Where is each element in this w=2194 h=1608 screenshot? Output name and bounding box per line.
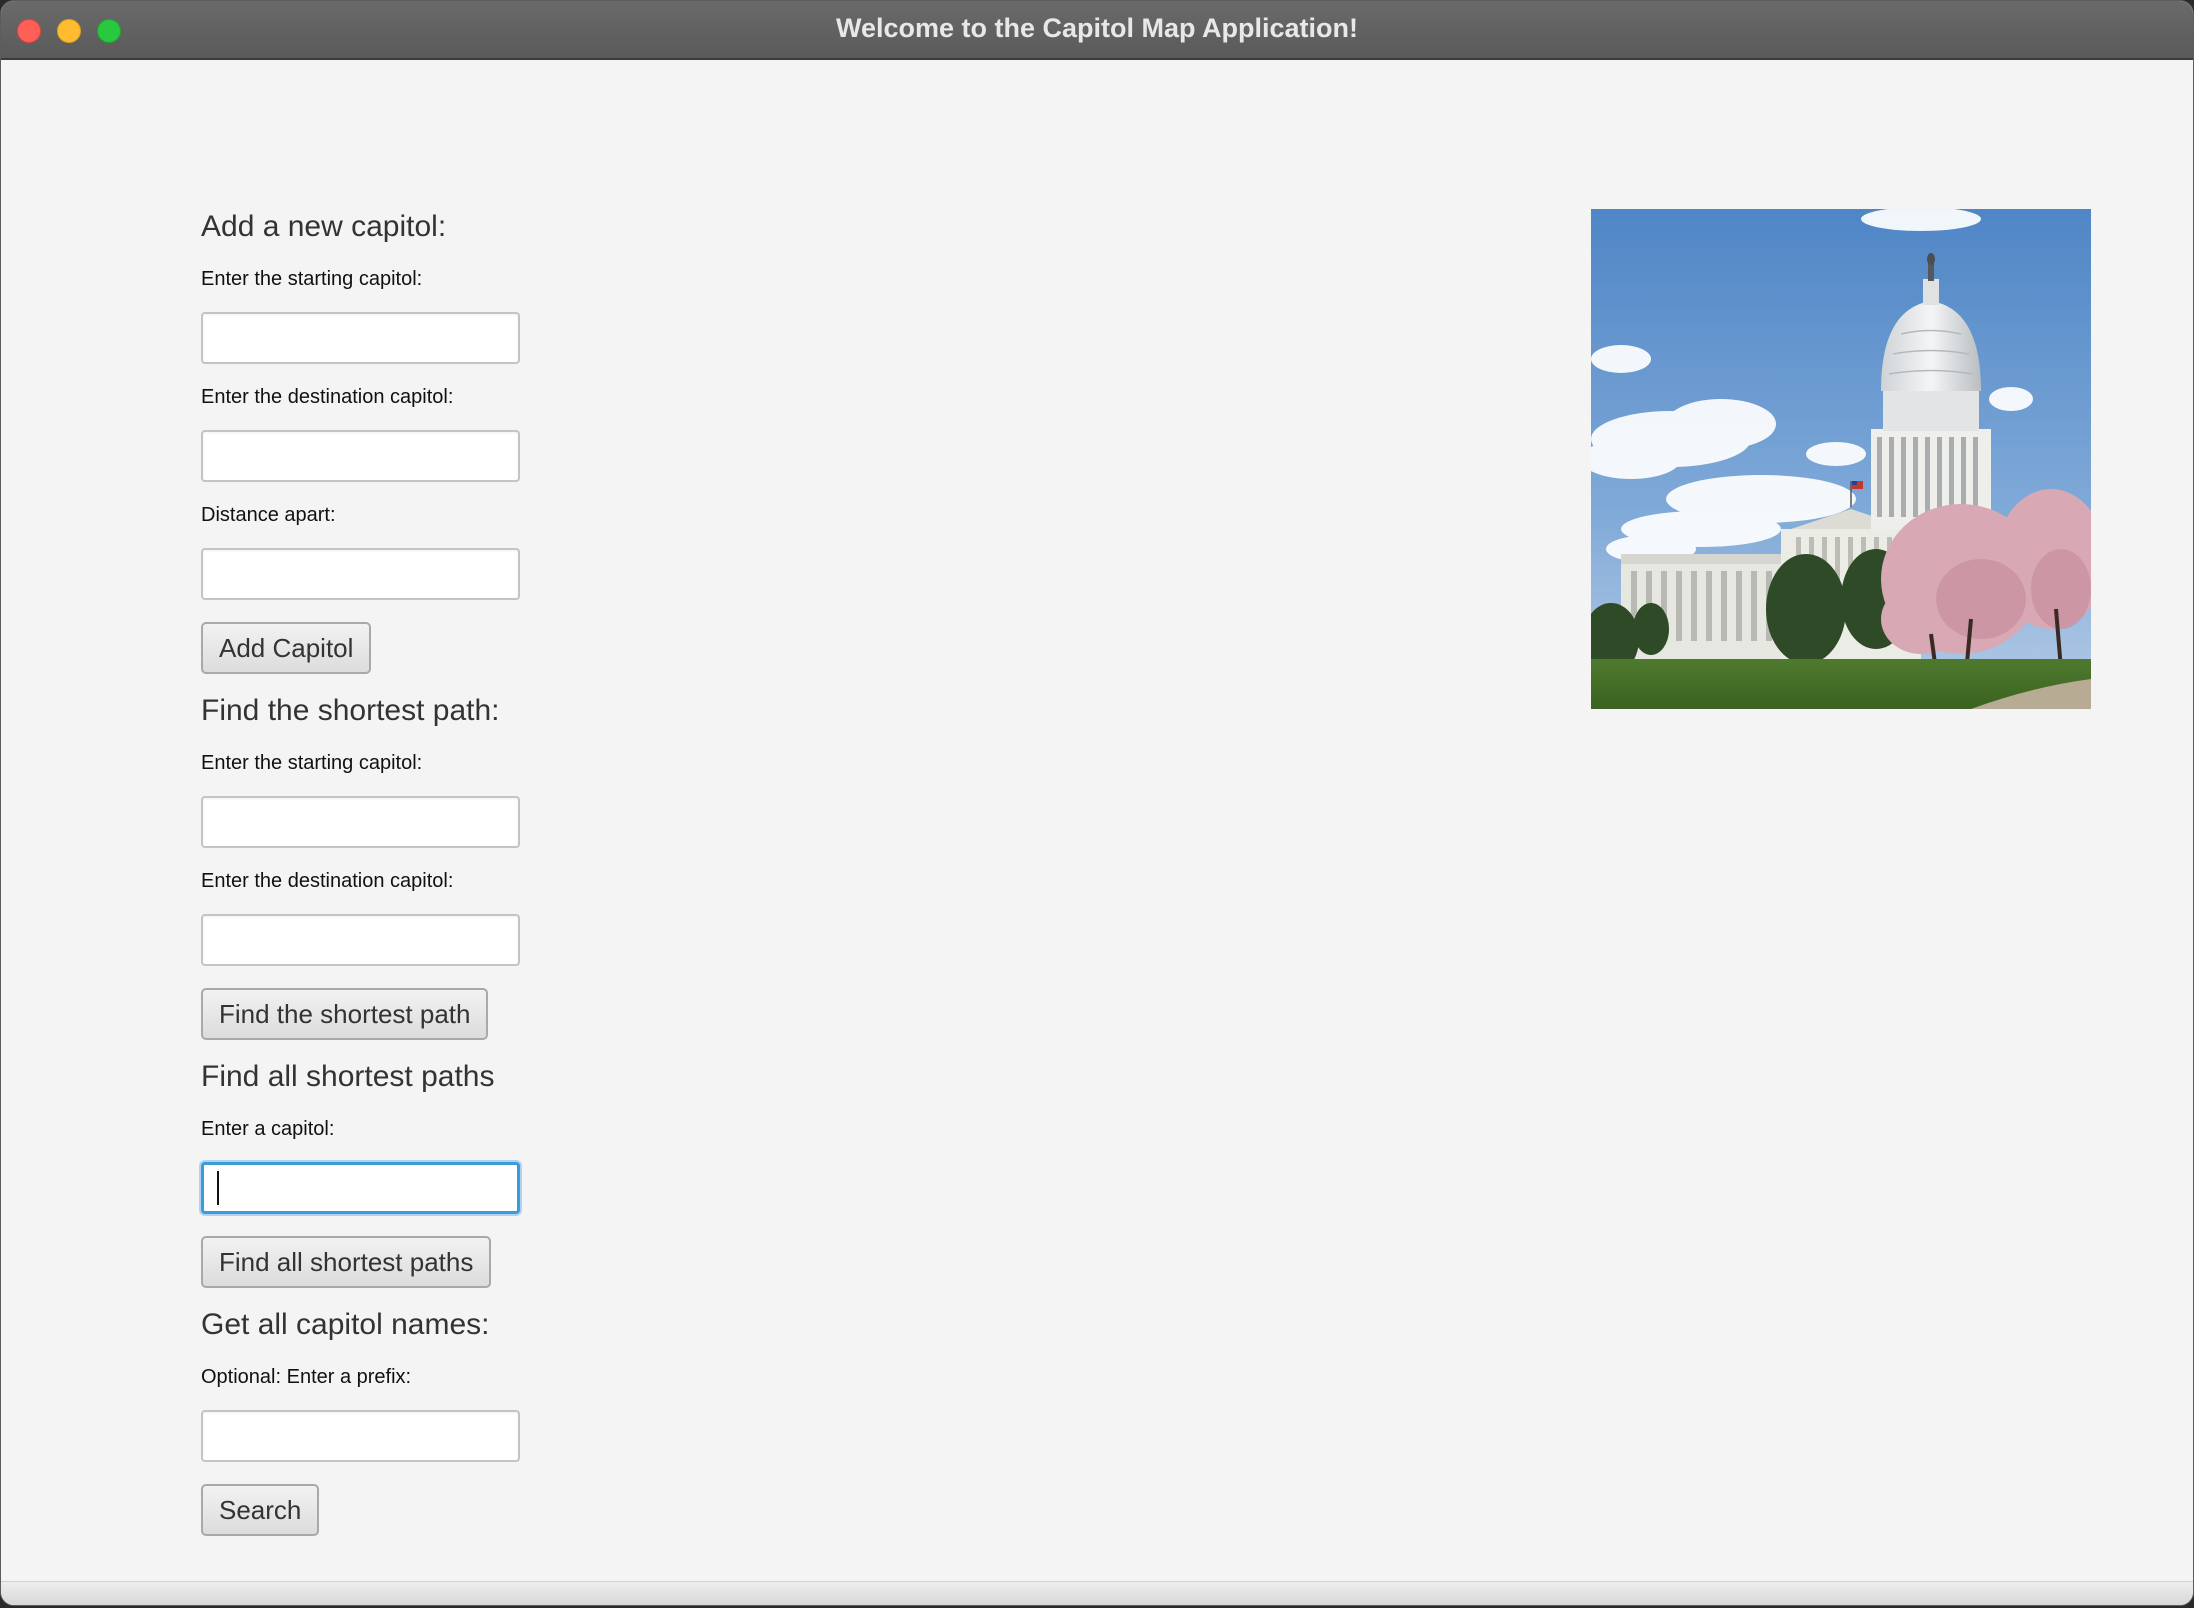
distance-label: Distance apart:: [201, 504, 336, 526]
add-dest-input[interactable]: [201, 430, 520, 482]
window-bottom-edge: [1, 1581, 2193, 1605]
search-button[interactable]: Search: [201, 1484, 320, 1536]
path-start-label: Enter the starting capitol:: [201, 752, 423, 774]
add-capitol-heading: Add a new capitol:: [201, 210, 447, 243]
all-paths-heading: Find all shortest paths: [201, 1060, 495, 1093]
distance-input[interactable]: [201, 548, 520, 600]
path-dest-label: Enter the destination capitol:: [201, 870, 454, 892]
add-start-label: Enter the starting capitol:: [201, 268, 423, 290]
all-paths-capitol-label: Enter a capitol:: [201, 1118, 335, 1140]
find-shortest-path-button[interactable]: Find the shortest path: [201, 988, 489, 1040]
prefix-label: Optional: Enter a prefix:: [201, 1366, 412, 1388]
title-bar[interactable]: Welcome to the Capitol Map Application!: [1, 1, 2193, 60]
text-caret: [217, 1171, 219, 1205]
shortest-path-heading: Find the shortest path:: [201, 694, 500, 727]
prefix-input[interactable]: [201, 1410, 520, 1462]
path-dest-input[interactable]: [201, 914, 520, 966]
app-window: Welcome to the Capitol Map Application! …: [0, 0, 2194, 1606]
capitol-building-image: [1591, 209, 2091, 709]
add-start-input[interactable]: [201, 312, 520, 364]
add-capitol-button[interactable]: Add Capitol: [201, 622, 372, 674]
path-start-input[interactable]: [201, 796, 520, 848]
window-title: Welcome to the Capitol Map Application!: [835, 13, 1359, 43]
capitol-names-heading: Get all capitol names:: [201, 1308, 490, 1341]
add-dest-label: Enter the destination capitol:: [201, 386, 454, 408]
main-content: Add a new capitol: Enter the starting ca…: [1, 62, 2193, 1605]
find-all-shortest-paths-button[interactable]: Find all shortest paths: [201, 1236, 492, 1288]
all-paths-capitol-input[interactable]: [201, 1162, 520, 1214]
